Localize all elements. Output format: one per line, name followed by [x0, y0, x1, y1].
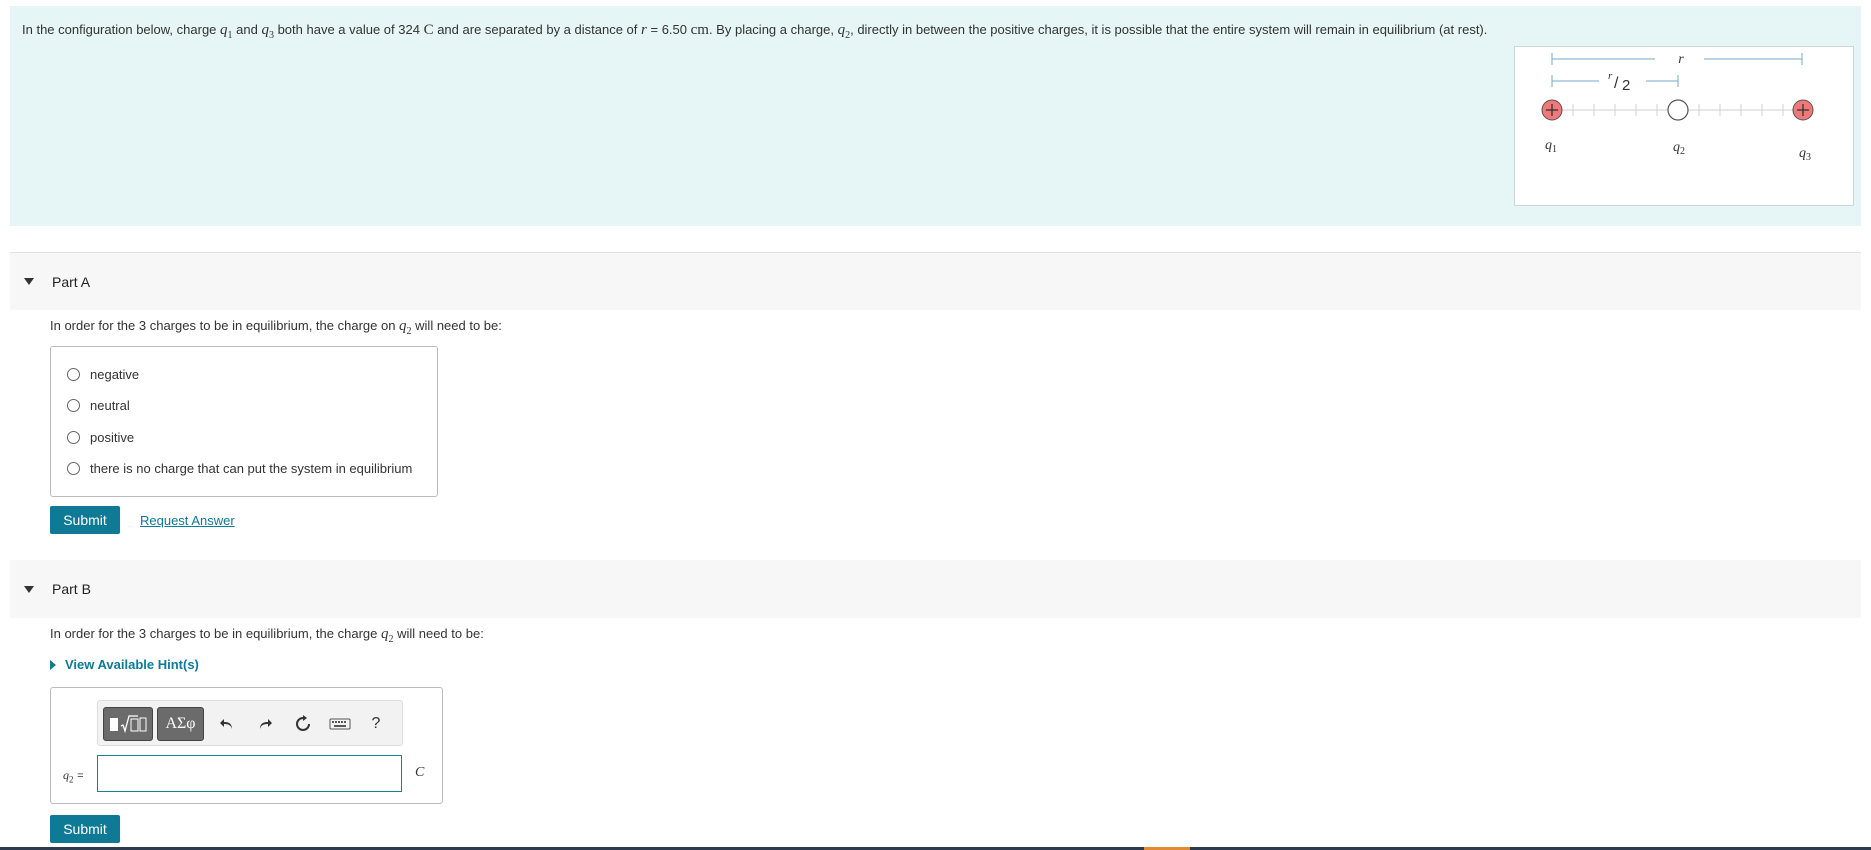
keyboard-button[interactable] [326, 707, 354, 741]
choice-neutral[interactable]: neutral [67, 398, 130, 413]
reset-button[interactable] [290, 707, 316, 741]
label-q2: q2 [1673, 140, 1685, 157]
part-a-prompt: In order for the 3 charges to be in equi… [50, 318, 502, 337]
choice-positive[interactable]: positive [67, 430, 134, 445]
var-q3: q3 [261, 22, 274, 41]
answer-box: ΑΣφ ? q2 = C [50, 687, 443, 804]
radio-button[interactable] [67, 431, 80, 444]
request-answer-link[interactable]: Request Answer [140, 513, 235, 528]
redo-button[interactable] [252, 707, 278, 741]
charge-q1-positive [1541, 99, 1563, 121]
intro-text-2: both have a value of 324 [273, 22, 424, 37]
charge-configuration-figure: r r / 2 q1 q2 q3 [1514, 46, 1854, 206]
distance-value: = 6.50 [650, 22, 687, 37]
label-half-num: r [1608, 70, 1613, 82]
greek-symbols-button[interactable]: ΑΣφ [157, 707, 204, 741]
unit-cm: cm [690, 22, 709, 38]
answer-unit: C [415, 765, 425, 780]
undo-icon [220, 719, 232, 729]
var-q1: q1 [220, 22, 233, 41]
part-b-prompt: In order for the 3 charges to be in equi… [50, 626, 484, 645]
template-icon [110, 715, 147, 734]
unit-coulomb: C [423, 22, 434, 38]
var-q2: q2 [837, 22, 851, 41]
problem-statement: In the configuration below, charge q1 an… [10, 6, 1861, 226]
charge-q2-unknown [1667, 99, 1689, 121]
collapse-caret-icon[interactable] [24, 585, 34, 593]
math-toolbar: ΑΣφ ? [97, 700, 403, 746]
intro-text-1: In the configuration below, charge [22, 22, 221, 37]
answer-input[interactable] [97, 755, 402, 792]
figure-svg: r r / 2 q1 q2 q3 [1541, 52, 1814, 163]
radio-button[interactable] [67, 462, 80, 475]
dimension-r [1551, 53, 1803, 65]
templates-button[interactable] [103, 707, 153, 741]
choice-negative[interactable]: negative [67, 367, 139, 382]
intro-text-3: and are separated by a distance of [433, 22, 642, 37]
part-a-title: Part A [52, 273, 91, 290]
var-q2: q2 [380, 626, 394, 645]
answer-label: q2 = [63, 768, 84, 785]
part-a-choices: negative neutral positive there is no ch… [50, 346, 438, 497]
expand-arrow-icon [50, 659, 56, 670]
collapse-caret-icon[interactable] [24, 278, 34, 285]
part-a-submit-button[interactable]: Submit [50, 506, 120, 534]
keyboard-icon [329, 718, 351, 730]
label-half-den: 2 [1622, 77, 1630, 94]
label-r: r [1678, 52, 1684, 67]
part-a-header[interactable]: Part A [10, 252, 1861, 310]
undo-button[interactable] [214, 707, 240, 741]
intro-text: In the configuration below, charge q1 an… [22, 18, 1487, 48]
intro-text-and: and [232, 22, 262, 37]
part-b-submit-button[interactable]: Submit [50, 815, 120, 843]
part-b-header[interactable]: Part B [10, 560, 1861, 618]
var-r: r [641, 22, 647, 38]
intro-text-5: , directly in between the positive charg… [850, 22, 1488, 37]
charge-q3-positive [1792, 99, 1814, 121]
part-b-title: Part B [52, 581, 91, 597]
var-q2: q2 [399, 318, 412, 337]
reset-icon [296, 715, 310, 731]
intro-text-4: . By placing a charge, [708, 22, 838, 37]
view-hints-toggle[interactable]: View Available Hint(s) [50, 657, 199, 672]
label-half-slash: / [1614, 75, 1619, 92]
help-button[interactable]: ? [364, 707, 388, 741]
choice-no-charge[interactable]: there is no charge that can put the syst… [67, 461, 412, 476]
radio-button[interactable] [67, 399, 80, 412]
radio-button[interactable] [67, 368, 80, 381]
redo-icon [260, 719, 272, 729]
label-q1: q1 [1545, 138, 1557, 155]
label-q3: q3 [1799, 146, 1811, 163]
